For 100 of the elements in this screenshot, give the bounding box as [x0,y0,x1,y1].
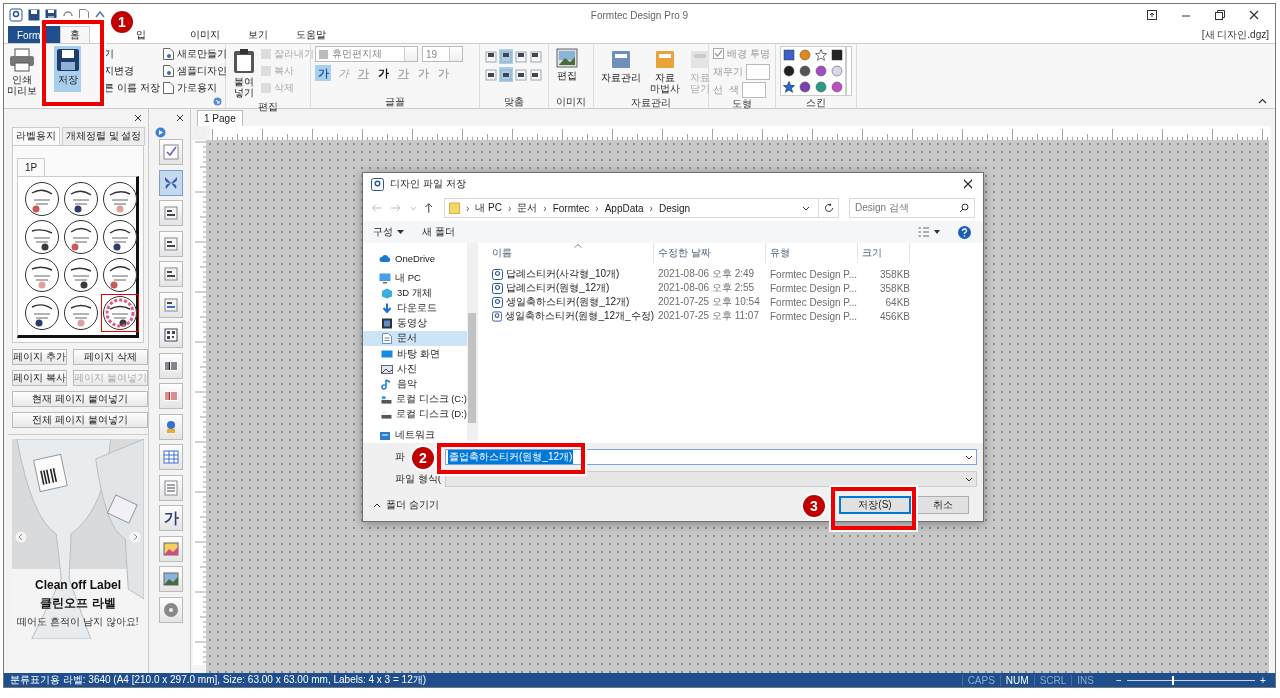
scroll-bar[interactable] [467,243,477,443]
fill-color-picker[interactable] [746,63,770,80]
align-button[interactable] [484,67,498,82]
ribbon-tab[interactable]: 이미지 [180,26,230,43]
checkbox[interactable] [713,48,724,59]
skin-swatch[interactable] [814,80,828,94]
collapse-ribbon-icon[interactable] [1258,98,1267,104]
breadcrumb[interactable]: Formtec [552,202,590,214]
file-row[interactable]: 답례스티커(사각형_10개) 2021-08-06 오후 2:49 Formtec Design P... 358KB [488,267,983,281]
ribbon-small-button[interactable]: 가로용지 [162,80,227,95]
new-folder-button[interactable]: 새 폴더 [422,225,455,239]
font-size-dropdown[interactable]: 19 [422,46,463,62]
nav-item[interactable]: 로컬 디스크 (D:) [363,406,467,422]
align-button[interactable] [514,67,528,82]
document-tab[interactable]: 1 Page [197,110,243,126]
skin-swatch[interactable] [830,48,844,62]
file-row[interactable]: 생일축하스티커(원형_12개) 2021-07-25 오후 10:54 Formtec Design P... 64KB [488,295,983,309]
skin-swatch[interactable] [814,64,828,78]
panel-tab[interactable]: 라벨용지 [12,127,60,145]
nav-item[interactable]: 사진 [363,361,467,377]
align-button[interactable] [499,67,513,82]
restore-icon[interactable] [1215,10,1225,20]
font-dropdown[interactable]: 휴먼편지체 [315,46,418,62]
gallery-scroll-bar[interactable] [846,46,852,96]
sticker-thumbnail[interactable] [63,181,99,217]
nav-item[interactable]: OneDrive [363,251,467,267]
tool-button[interactable] [159,322,183,348]
organize-menu-button[interactable]: 구성 [373,225,404,239]
column-header[interactable]: 유형 [766,243,858,263]
sticker-thumbnail[interactable] [24,295,60,331]
data-button[interactable]: 자료 마법사 [647,46,683,96]
zoom-thumb[interactable] [1172,675,1175,685]
font-style-button[interactable]: 가 [375,65,391,81]
skin-swatch[interactable] [798,80,812,94]
nav-item[interactable]: 3D 개체 [363,286,467,302]
ribbon-small-button[interactable]: 른 이름 저장 [104,80,160,95]
breadcrumb[interactable]: Design [658,202,691,214]
dialog-launcher-icon[interactable] [213,97,222,106]
column-header[interactable]: 이름 [488,243,654,263]
nav-item[interactable]: 내 PC [363,271,467,287]
cancel-button[interactable]: 취소 [917,496,969,514]
save-button[interactable]: 저장 [54,46,81,92]
breadcrumb[interactable]: 문서 [517,201,538,215]
page-tab[interactable]: 1P [17,158,46,176]
search-field[interactable]: Design 검색 [849,198,975,218]
save-icon[interactable] [28,9,40,21]
sticker-thumbnail[interactable] [24,257,60,293]
sticker-thumbnail[interactable] [102,257,138,293]
address-bar[interactable]: › 내 PC › 문서 › Formtec › AppData › Design [443,198,819,218]
ribbon-display-icon[interactable] [1147,10,1157,20]
align-button[interactable] [499,49,513,64]
ribbon-tab[interactable]: 홈 [60,26,90,43]
close-icon[interactable] [134,114,142,122]
hide-folders-button[interactable]: 폴더 숨기기 [373,498,439,512]
ribbon-tab[interactable]: 도움말 [286,26,336,43]
tool-button[interactable] [159,566,183,592]
zoom-in-button[interactable]: + [1257,674,1269,686]
nav-item[interactable]: 문서 [363,331,467,347]
sticker-thumbnail[interactable] [102,295,138,331]
sticker-thumbnail[interactable] [102,181,138,217]
sticker-thumbnail[interactable] [24,219,60,255]
skin-swatch[interactable] [830,80,844,94]
tool-button[interactable] [159,230,183,257]
app-icon[interactable] [9,8,23,22]
data-button[interactable]: 자료관리 [598,46,644,85]
skin-swatch[interactable] [782,64,796,78]
page-button[interactable]: 현재 페이지 붙여넣기 [12,391,148,407]
panel-tab[interactable]: 개체정렬 및 설정 [62,127,146,145]
file-row[interactable]: 답례스티커(원형_12개) 2021-08-06 오후 2:55 Formtec Design P... 358KB [488,281,983,295]
close-icon[interactable] [1249,10,1259,20]
help-icon[interactable] [958,225,971,239]
breadcrumb[interactable]: 내 PC [475,201,502,215]
text-tool-button[interactable]: 가 [159,505,183,531]
nav-item[interactable]: 동영상 [363,316,467,332]
tool-button[interactable] [159,261,183,287]
align-button[interactable] [529,49,543,64]
skin-swatch[interactable] [798,64,812,78]
dropdown-caret-icon[interactable] [965,476,973,482]
nav-item[interactable]: 로컬 디스크 (C:) [363,391,467,407]
dropdown-caret-icon[interactable] [802,205,810,211]
skin-swatch[interactable] [830,64,844,78]
page-button[interactable]: 페이지 삭제 [72,349,148,365]
page-icon[interactable] [79,9,89,21]
sticker-thumbnail[interactable] [102,219,138,255]
page-button[interactable]: 페이지 복사 [12,370,67,386]
print-preview-button[interactable]: 인쇄 미리보 [7,46,37,98]
close-icon[interactable] [963,179,973,189]
tool-button[interactable] [159,169,183,196]
nav-item[interactable]: 바탕 화면 [363,346,467,362]
tool-button[interactable] [159,535,183,562]
paste-button[interactable]: 붙여 넣기 [230,46,258,100]
skin-swatch[interactable] [814,48,828,62]
tool-button[interactable] [159,352,183,379]
page-button[interactable]: 전체 페이지 붙여넣기 [12,412,148,428]
align-button[interactable] [529,67,543,82]
file-name-field[interactable]: 졸업축하스티커(원형_12개) [445,449,977,465]
dropdown-caret-icon[interactable] [965,454,973,460]
up-icon[interactable] [424,202,434,214]
align-button[interactable] [484,49,498,64]
save-all-icon[interactable] [45,9,57,21]
